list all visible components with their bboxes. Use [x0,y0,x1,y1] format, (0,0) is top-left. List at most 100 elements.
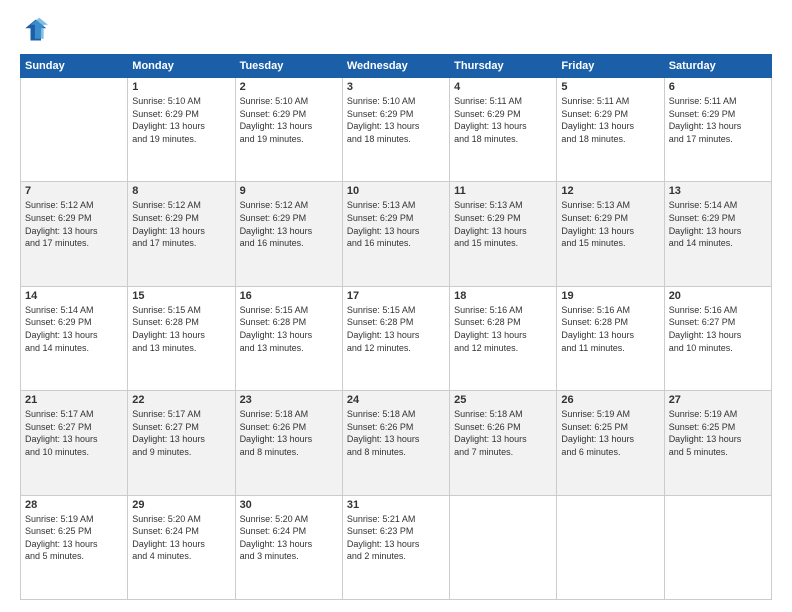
day-info: Sunrise: 5:18 AM Sunset: 6:26 PM Dayligh… [240,408,338,458]
day-number: 23 [240,394,338,406]
calendar-cell: 23 Sunrise: 5:18 AM Sunset: 6:26 PM Dayli… [235,391,342,495]
calendar-cell: 2 Sunrise: 5:10 AM Sunset: 6:29 PM Daylig… [235,78,342,182]
day-number: 4 [454,81,552,93]
calendar-cell: 25 Sunrise: 5:18 AM Sunset: 6:26 PM Dayli… [450,391,557,495]
calendar-cell [664,495,771,599]
calendar-cell: 4 Sunrise: 5:11 AM Sunset: 6:29 PM Daylig… [450,78,557,182]
day-number: 29 [132,499,230,511]
day-number: 17 [347,290,445,302]
calendar-cell: 31 Sunrise: 5:21 AM Sunset: 6:23 PM Dayli… [342,495,449,599]
calendar-cell: 12 Sunrise: 5:13 AM Sunset: 6:29 PM Dayli… [557,182,664,286]
calendar-cell: 8Sunrise: 5:12 AM Sunset: 6:29 PM Daylig… [128,182,235,286]
day-info: Sunrise: 5:12 AM Sunset: 6:29 PM Dayligh… [240,199,338,249]
calendar-cell: 7Sunrise: 5:12 AM Sunset: 6:29 PM Daylig… [21,182,128,286]
day-info: Sunrise: 5:19 AM Sunset: 6:25 PM Dayligh… [561,408,659,458]
day-number: 2 [240,81,338,93]
calendar-cell: 17 Sunrise: 5:15 AM Sunset: 6:28 PM Dayli… [342,286,449,390]
day-info: Sunrise: 5:17 AM Sunset: 6:27 PM Dayligh… [25,408,123,458]
calendar-header-friday: Friday [557,55,664,78]
calendar-cell [21,78,128,182]
day-number: 22 [132,394,230,406]
calendar-cell: 19 Sunrise: 5:16 AM Sunset: 6:28 PM Dayli… [557,286,664,390]
day-info: Sunrise: 5:13 AM Sunset: 6:29 PM Dayligh… [561,199,659,249]
day-number: 10 [347,185,445,197]
day-info: Sunrise: 5:11 AM Sunset: 6:29 PM Dayligh… [454,95,552,145]
calendar-cell: 10 Sunrise: 5:13 AM Sunset: 6:29 PM Dayli… [342,182,449,286]
calendar-cell: 20 Sunrise: 5:16 AM Sunset: 6:27 PM Dayli… [664,286,771,390]
calendar-header-sunday: Sunday [21,55,128,78]
day-info: Sunrise: 5:15 AM Sunset: 6:28 PM Dayligh… [347,304,445,354]
calendar-cell [557,495,664,599]
calendar-cell: 5 Sunrise: 5:11 AM Sunset: 6:29 PM Daylig… [557,78,664,182]
day-number: 13 [669,185,767,197]
page: SundayMondayTuesdayWednesdayThursdayFrid… [0,0,792,612]
day-info: Sunrise: 5:19 AM Sunset: 6:25 PM Dayligh… [669,408,767,458]
day-number: 21 [25,394,123,406]
day-info: Sunrise: 5:18 AM Sunset: 6:26 PM Dayligh… [454,408,552,458]
day-number: 11 [454,185,552,197]
calendar-cell: 13 Sunrise: 5:14 AM Sunset: 6:29 PM Dayli… [664,182,771,286]
day-number: 15 [132,290,230,302]
day-number: 16 [240,290,338,302]
day-number: 18 [454,290,552,302]
day-info: Sunrise: 5:16 AM Sunset: 6:28 PM Dayligh… [561,304,659,354]
calendar-week-5: 28 Sunrise: 5:19 AM Sunset: 6:25 PM Dayli… [21,495,772,599]
day-number: 31 [347,499,445,511]
day-number: 1 [132,81,230,93]
day-number: 28 [25,499,123,511]
header [20,16,772,44]
calendar-cell: 9 Sunrise: 5:12 AM Sunset: 6:29 PM Daylig… [235,182,342,286]
day-info: Sunrise: 5:13 AM Sunset: 6:29 PM Dayligh… [347,199,445,249]
day-number: 9 [240,185,338,197]
day-info: Sunrise: 5:20 AM Sunset: 6:24 PM Dayligh… [132,513,230,563]
day-number: 8 [132,185,230,197]
day-number: 25 [454,394,552,406]
calendar-header-monday: Monday [128,55,235,78]
calendar-week-2: 7Sunrise: 5:12 AM Sunset: 6:29 PM Daylig… [21,182,772,286]
day-info: Sunrise: 5:12 AM Sunset: 6:29 PM Dayligh… [25,199,123,249]
day-number: 19 [561,290,659,302]
day-info: Sunrise: 5:10 AM Sunset: 6:29 PM Dayligh… [132,95,230,145]
logo [20,16,52,44]
day-number: 12 [561,185,659,197]
calendar-cell: 27 Sunrise: 5:19 AM Sunset: 6:25 PM Dayli… [664,391,771,495]
calendar-cell: 14Sunrise: 5:14 AM Sunset: 6:29 PM Dayli… [21,286,128,390]
day-number: 3 [347,81,445,93]
day-info: Sunrise: 5:16 AM Sunset: 6:27 PM Dayligh… [669,304,767,354]
day-number: 5 [561,81,659,93]
day-number: 24 [347,394,445,406]
calendar-header-thursday: Thursday [450,55,557,78]
day-info: Sunrise: 5:14 AM Sunset: 6:29 PM Dayligh… [669,199,767,249]
day-info: Sunrise: 5:15 AM Sunset: 6:28 PM Dayligh… [240,304,338,354]
day-info: Sunrise: 5:11 AM Sunset: 6:29 PM Dayligh… [669,95,767,145]
calendar-week-1: 1 Sunrise: 5:10 AM Sunset: 6:29 PM Daylig… [21,78,772,182]
day-info: Sunrise: 5:17 AM Sunset: 6:27 PM Dayligh… [132,408,230,458]
calendar-cell: 6 Sunrise: 5:11 AM Sunset: 6:29 PM Daylig… [664,78,771,182]
day-info: Sunrise: 5:19 AM Sunset: 6:25 PM Dayligh… [25,513,123,563]
calendar-week-4: 21 Sunrise: 5:17 AM Sunset: 6:27 PM Dayli… [21,391,772,495]
day-number: 14 [25,290,123,302]
calendar-cell: 30Sunrise: 5:20 AM Sunset: 6:24 PM Dayli… [235,495,342,599]
day-info: Sunrise: 5:21 AM Sunset: 6:23 PM Dayligh… [347,513,445,563]
day-info: Sunrise: 5:13 AM Sunset: 6:29 PM Dayligh… [454,199,552,249]
calendar-cell: 21 Sunrise: 5:17 AM Sunset: 6:27 PM Dayli… [21,391,128,495]
calendar-week-3: 14Sunrise: 5:14 AM Sunset: 6:29 PM Dayli… [21,286,772,390]
day-number: 6 [669,81,767,93]
calendar-cell: 18Sunrise: 5:16 AM Sunset: 6:28 PM Dayli… [450,286,557,390]
day-number: 20 [669,290,767,302]
calendar-header-row: SundayMondayTuesdayWednesdayThursdayFrid… [21,55,772,78]
calendar-cell: 16 Sunrise: 5:15 AM Sunset: 6:28 PM Dayli… [235,286,342,390]
calendar-cell: 29 Sunrise: 5:20 AM Sunset: 6:24 PM Dayli… [128,495,235,599]
day-info: Sunrise: 5:11 AM Sunset: 6:29 PM Dayligh… [561,95,659,145]
day-info: Sunrise: 5:10 AM Sunset: 6:29 PM Dayligh… [347,95,445,145]
day-info: Sunrise: 5:10 AM Sunset: 6:29 PM Dayligh… [240,95,338,145]
calendar-header-wednesday: Wednesday [342,55,449,78]
calendar-header-saturday: Saturday [664,55,771,78]
calendar-cell: 1 Sunrise: 5:10 AM Sunset: 6:29 PM Daylig… [128,78,235,182]
day-number: 30 [240,499,338,511]
calendar-table: SundayMondayTuesdayWednesdayThursdayFrid… [20,54,772,600]
calendar-cell: 28 Sunrise: 5:19 AM Sunset: 6:25 PM Dayli… [21,495,128,599]
day-number: 27 [669,394,767,406]
calendar-cell: 15Sunrise: 5:15 AM Sunset: 6:28 PM Dayli… [128,286,235,390]
calendar-cell [450,495,557,599]
